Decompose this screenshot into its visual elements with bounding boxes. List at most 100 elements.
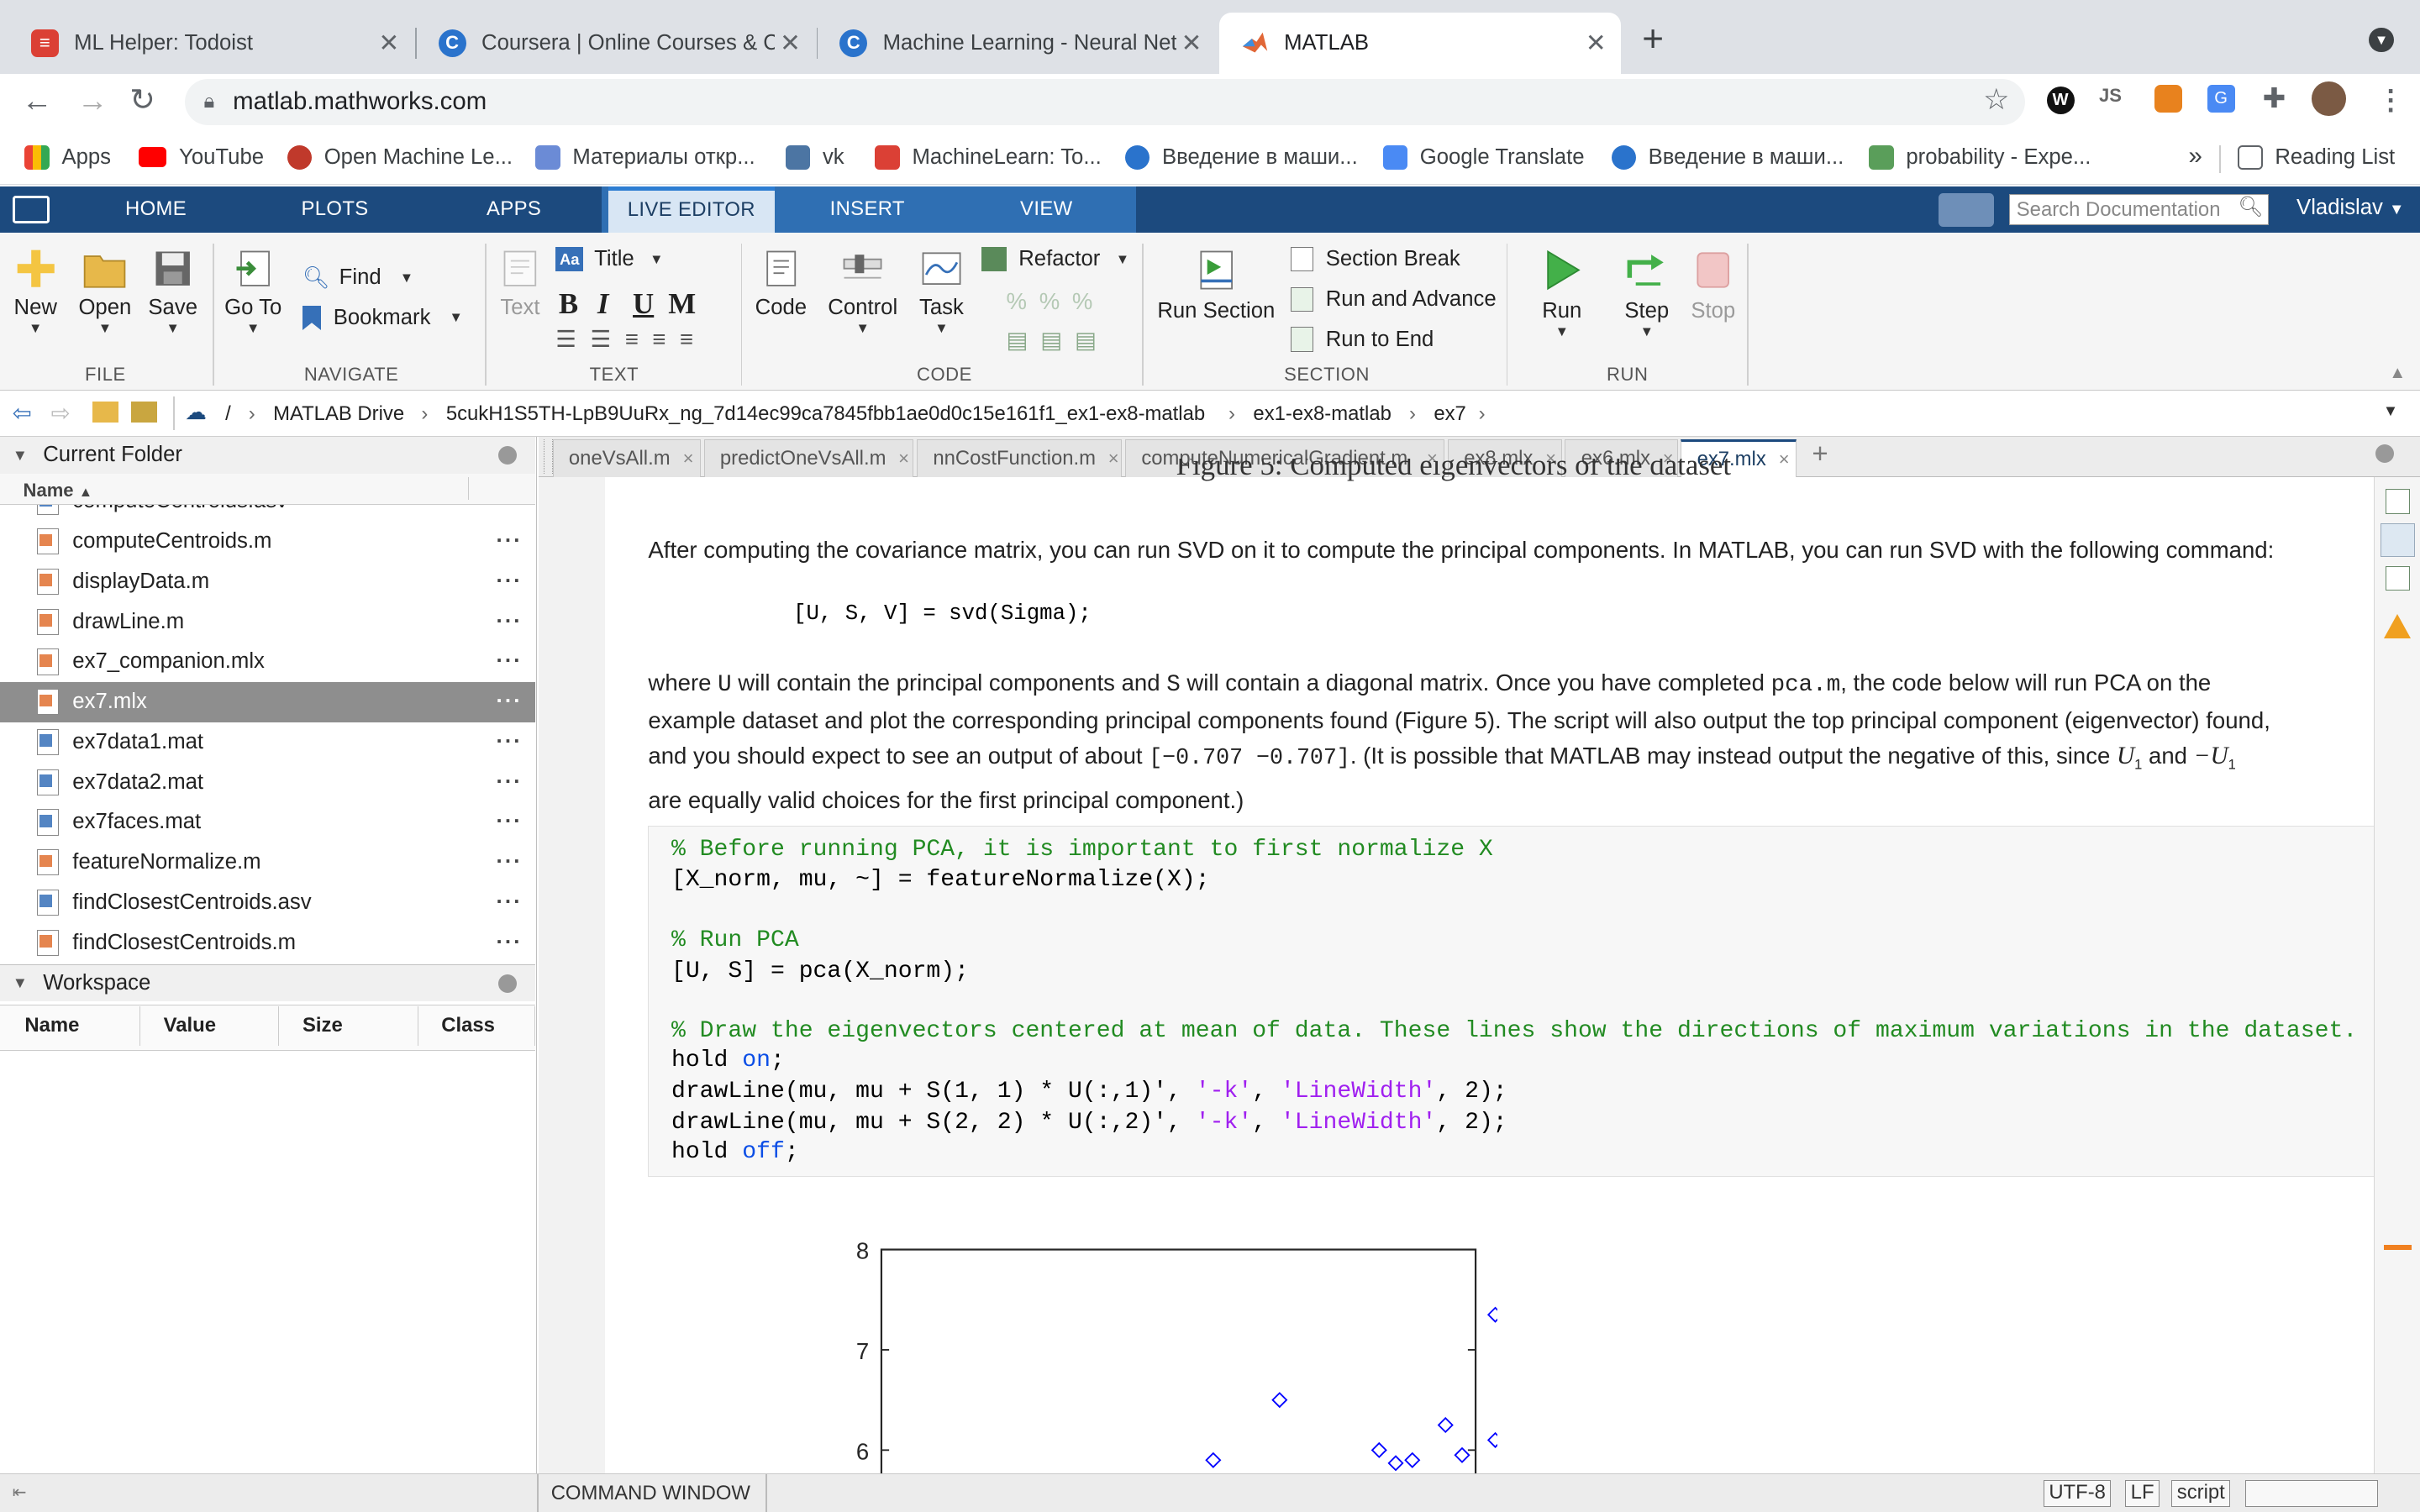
section-break-button[interactable]: Section Break bbox=[1290, 246, 1460, 272]
editor-tab[interactable]: oneVsAll.m × bbox=[552, 439, 701, 477]
tab-apps[interactable]: APPS bbox=[450, 186, 577, 233]
code-line[interactable]: hold on; bbox=[671, 1046, 785, 1077]
extensions-puzzle-icon[interactable]: ✚ bbox=[2263, 81, 2286, 115]
file-actions-button[interactable]: ··· bbox=[483, 850, 535, 874]
path-segment[interactable]: MATLAB Drive bbox=[273, 402, 404, 426]
code-line-comment[interactable]: % Before running PCA, it is important to… bbox=[671, 835, 1493, 866]
workspace-column-name[interactable]: Name bbox=[3, 1005, 141, 1047]
forward-icon[interactable]: → bbox=[77, 83, 108, 118]
matlab-desktop-icon[interactable] bbox=[12, 196, 50, 224]
code-line-comment[interactable]: % Run PCA bbox=[671, 926, 799, 957]
file-actions-button[interactable]: ··· bbox=[483, 730, 535, 754]
find-button[interactable]: 🔍︎ Find ▼ bbox=[302, 265, 413, 291]
close-icon[interactable]: × bbox=[1108, 448, 1119, 470]
close-icon[interactable]: × bbox=[683, 448, 694, 470]
js-extension-icon[interactable]: JS bbox=[2099, 85, 2122, 107]
up-folder-icon[interactable] bbox=[92, 401, 119, 423]
step-button[interactable]: Step ▼ bbox=[1614, 247, 1679, 340]
file-row[interactable]: computeCentroids.asv··· bbox=[0, 504, 535, 522]
close-icon[interactable]: × bbox=[898, 448, 909, 470]
tab-search-icon[interactable]: ▼ bbox=[2369, 28, 2394, 53]
profile-avatar[interactable] bbox=[2312, 81, 2346, 116]
tab-live-editor[interactable]: LIVE EDITOR bbox=[608, 186, 776, 234]
text-button[interactable]: Text bbox=[494, 247, 546, 320]
code-button[interactable]: Code bbox=[750, 247, 812, 320]
path-segment[interactable]: ex7 bbox=[1434, 402, 1465, 426]
file-actions-button[interactable]: ··· bbox=[483, 529, 535, 554]
workspace-header[interactable]: ▼ Workspace bbox=[0, 963, 536, 1002]
bookmark-button[interactable]: Bookmark ▼ bbox=[302, 305, 463, 331]
hide-code-icon[interactable] bbox=[2385, 566, 2411, 591]
collapse-ribbon-icon[interactable]: ▲ bbox=[2389, 364, 2406, 383]
close-icon[interactable]: ✕ bbox=[775, 29, 806, 58]
close-icon[interactable]: ✕ bbox=[1581, 29, 1612, 58]
google-translate-extension-icon[interactable]: G bbox=[2207, 85, 2235, 113]
file-actions-button[interactable]: ··· bbox=[483, 649, 535, 674]
file-type-indicator[interactable]: script bbox=[2171, 1480, 2231, 1507]
reading-list-button[interactable]: Reading List bbox=[2238, 144, 2395, 171]
title-style-dropdown[interactable]: Aa Title ▼ bbox=[555, 246, 663, 272]
browser-tab-active[interactable]: MATLAB ✕ bbox=[1219, 12, 1621, 75]
path-segment[interactable]: ex1-ex8-matlab bbox=[1253, 402, 1391, 426]
file-row[interactable]: ex7_companion.mlx ··· bbox=[0, 642, 535, 682]
file-row[interactable]: findClosestCentroids.m ··· bbox=[0, 922, 535, 963]
file-actions-button[interactable]: ··· bbox=[483, 690, 535, 714]
metamask-extension-icon[interactable] bbox=[2154, 85, 2183, 113]
user-menu[interactable]: Vladislav ▼ bbox=[2296, 196, 2404, 220]
file-row[interactable]: findClosestCentroids.asv ··· bbox=[0, 883, 535, 923]
browser-tab[interactable]: C Coursera | Online Courses & Cr ✕ bbox=[417, 13, 815, 74]
tab-view[interactable]: VIEW bbox=[981, 186, 1111, 233]
bookmark-vk[interactable]: vk bbox=[785, 144, 844, 171]
stop-button[interactable]: Stop bbox=[1686, 247, 1741, 323]
bookmark-intro-ml[interactable]: Введение в маши... bbox=[1124, 144, 1358, 171]
code-line[interactable]: [U, S] = pca(X_norm); bbox=[671, 957, 969, 988]
scatter-plot-output[interactable]: 8 7 6 bbox=[834, 1226, 1497, 1474]
file-actions-button[interactable]: ··· bbox=[483, 770, 535, 795]
editor-tab[interactable]: nnCostFunction.m × bbox=[917, 439, 1123, 477]
run-section-button[interactable]: Run Section bbox=[1155, 247, 1278, 323]
control-button[interactable]: Control ▼ bbox=[824, 247, 902, 337]
editor-tab[interactable]: predictOneVsAll.m × bbox=[703, 439, 914, 477]
more-bookmarks-button[interactable]: » bbox=[2188, 142, 2202, 171]
save-button[interactable]: Save ▼ bbox=[142, 247, 203, 337]
encoding-indicator[interactable]: UTF-8 bbox=[2043, 1480, 2112, 1507]
browse-folder-icon[interactable] bbox=[131, 401, 158, 423]
indent-buttons[interactable]: ▤▤▤ bbox=[1007, 327, 1109, 354]
workspace-column-size[interactable]: Size bbox=[281, 1005, 418, 1047]
monospace-button[interactable]: M bbox=[668, 287, 696, 321]
file-row[interactable]: ex7faces.mat ··· bbox=[0, 802, 535, 843]
tab-home[interactable]: HOME bbox=[92, 186, 219, 233]
refactor-button[interactable]: Refactor ▼ bbox=[981, 246, 1129, 272]
new-editor-tab-icon[interactable]: + bbox=[1812, 438, 1828, 470]
underline-button[interactable]: U bbox=[633, 287, 654, 321]
code-line[interactable]: hold off; bbox=[671, 1137, 799, 1168]
new-tab-icon[interactable]: + bbox=[1642, 18, 1664, 60]
goto-button[interactable]: Go To ▼ bbox=[222, 247, 283, 337]
file-row[interactable]: ex7.mlx ··· bbox=[0, 681, 536, 722]
bookmark-machinelearn[interactable]: MachineLearn: To... bbox=[875, 144, 1102, 171]
bookmark-youtube[interactable]: YouTube bbox=[139, 145, 264, 170]
path-segment[interactable]: 5cukH1S5TH-LpB9UuRx_ng_7d14ec99ca7845fbb… bbox=[446, 402, 1205, 426]
output-inline-icon[interactable] bbox=[2381, 522, 2415, 558]
back-arrow-icon[interactable]: ⇦ bbox=[13, 400, 32, 427]
collapse-triangle-icon[interactable]: ▼ bbox=[13, 974, 28, 992]
back-icon[interactable]: ← bbox=[22, 83, 53, 118]
code-line[interactable]: drawLine(mu, mu + S(2, 2) * U(:,2)', '-k… bbox=[671, 1108, 1507, 1139]
run-button[interactable]: Run ▼ bbox=[1528, 247, 1596, 340]
browser-tab[interactable]: C Machine Learning - Neural Net ✕ bbox=[818, 13, 1216, 74]
close-icon[interactable]: ✕ bbox=[373, 29, 404, 58]
bookmark-intro-ml-2[interactable]: Введение в маши... bbox=[1611, 144, 1844, 171]
bookmark-apps[interactable]: Apps bbox=[24, 144, 111, 171]
panel-options-icon[interactable] bbox=[498, 974, 518, 993]
file-actions-button[interactable]: ··· bbox=[483, 610, 535, 634]
run-to-end-button[interactable]: Run to End bbox=[1290, 327, 1434, 352]
warning-icon[interactable] bbox=[2383, 614, 2411, 639]
browser-tab[interactable]: ≡ ML Helper: Todoist ✕ bbox=[9, 13, 413, 74]
current-folder-header[interactable]: ▼ Current Folder bbox=[0, 436, 536, 474]
file-row[interactable]: featureNormalize.m ··· bbox=[0, 843, 535, 883]
list-align-buttons[interactable]: ☰☰≡≡≡ bbox=[555, 326, 707, 353]
collapse-left-icon[interactable]: ⇤ bbox=[13, 1482, 27, 1503]
bookmark-star-icon[interactable]: ☆ bbox=[1983, 83, 2009, 117]
file-actions-button[interactable]: ··· bbox=[483, 931, 535, 955]
reload-icon[interactable]: ↻ bbox=[129, 81, 155, 118]
